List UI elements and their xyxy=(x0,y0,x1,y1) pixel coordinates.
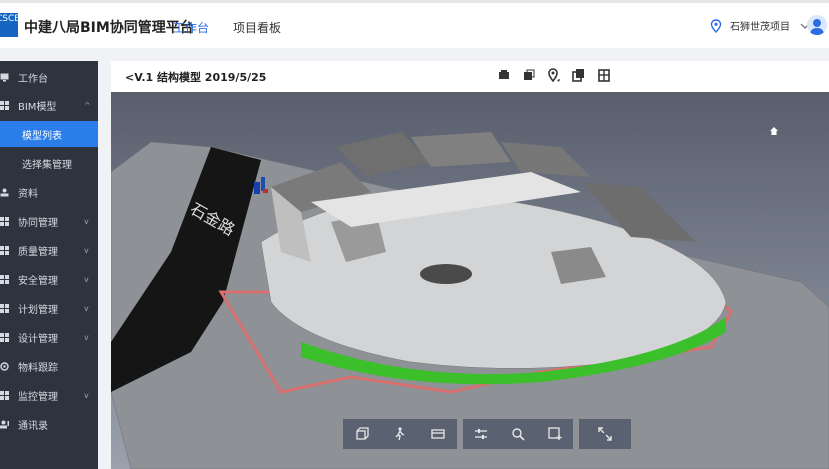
bim-model-viewport[interactable]: 石金路 xyxy=(111,92,829,469)
grid-icon xyxy=(0,391,9,400)
sidebar-item-collaboration[interactable]: 协同管理 v xyxy=(0,207,98,235)
sidebar: 工作台 BIM模型 ^ 模型列表 选择集管理 资料 协同管理 v 质量管理 v … xyxy=(0,61,98,469)
sidebar-item-label: 选择集管理 xyxy=(22,159,72,171)
copy-icon[interactable] xyxy=(572,68,586,82)
tracking-icon xyxy=(0,362,9,371)
sidebar-item-quality[interactable]: 质量管理 v xyxy=(0,236,98,264)
model-toolbar xyxy=(497,68,611,83)
grid-icon xyxy=(0,304,9,313)
grid-icon xyxy=(0,333,9,342)
sidebar-item-label: 物料跟踪 xyxy=(18,362,58,374)
fullscreen-icon[interactable] xyxy=(598,427,612,441)
chevron-left-icon: < xyxy=(125,71,135,84)
top-bar: CSCEC 中建八局BIM协同管理平台 工作台 项目看板 石狮世茂项目 xyxy=(0,0,829,48)
person-icon xyxy=(0,188,9,197)
sidebar-item-label: 计划管理 xyxy=(18,304,58,316)
back-button[interactable]: <V.1 结构模型 2019/5/25 xyxy=(125,69,266,85)
monitor-icon xyxy=(0,73,9,82)
layers-icon[interactable] xyxy=(497,68,511,82)
walk-icon[interactable] xyxy=(393,427,407,441)
grid-icon xyxy=(0,275,9,284)
sidebar-item-model-list[interactable]: 模型列表 xyxy=(0,121,98,147)
sidebar-item-label: 设计管理 xyxy=(18,333,58,345)
tools-toolbar xyxy=(463,419,573,449)
bim-model-render: 石金路 xyxy=(111,92,829,469)
sidebar-item-contacts[interactable]: 通讯录 xyxy=(0,410,98,438)
app-title: 中建八局BIM协同管理平台 xyxy=(24,20,194,36)
cube-view-icon[interactable] xyxy=(355,427,369,441)
logo: CSCEC xyxy=(0,13,26,37)
sidebar-item-label: 质量管理 xyxy=(18,246,58,258)
location-pin-icon xyxy=(710,18,722,33)
settings-icon[interactable] xyxy=(474,427,488,441)
sidebar-item-selection-sets[interactable]: 选择集管理 xyxy=(0,149,98,177)
sidebar-item-label: 监控管理 xyxy=(18,391,58,403)
sidebar-item-workbench[interactable]: 工作台 xyxy=(0,63,98,91)
sidebar-item-bim-model[interactable]: BIM模型 ^ xyxy=(0,91,98,119)
building-icon[interactable] xyxy=(597,68,611,82)
location-icon[interactable] xyxy=(547,68,561,83)
cube-icon[interactable] xyxy=(522,68,536,82)
project-selector[interactable]: 石狮世茂项目 xyxy=(710,18,810,33)
chevron-down-icon: v xyxy=(84,332,89,342)
grid-icon xyxy=(0,217,9,226)
sidebar-item-label: BIM模型 xyxy=(18,101,57,113)
fullscreen-toolbar xyxy=(579,419,631,449)
sidebar-item-label: 工作台 xyxy=(18,73,48,85)
sidebar-item-label: 安全管理 xyxy=(18,275,58,287)
avatar[interactable] xyxy=(807,15,827,35)
chevron-down-icon: v xyxy=(84,245,89,255)
grid-icon xyxy=(0,246,9,255)
project-name: 石狮世茂项目 xyxy=(730,22,790,33)
chevron-down-icon: v xyxy=(84,390,89,400)
sidebar-item-design[interactable]: 设计管理 v xyxy=(0,323,98,351)
sidebar-item-planning[interactable]: 计划管理 v xyxy=(0,294,98,322)
chevron-up-icon: ^ xyxy=(84,100,91,110)
view-toolbar xyxy=(343,419,457,449)
model-version-title: V.1 结构模型 2019/5/25 xyxy=(134,71,267,84)
sidebar-item-documents[interactable]: 资料 xyxy=(0,178,98,206)
contacts-icon xyxy=(0,420,9,429)
model-panel: <V.1 结构模型 2019/5/25 石金路 xyxy=(111,61,829,469)
add-view-icon[interactable] xyxy=(547,427,562,441)
chevron-down-icon: v xyxy=(84,303,89,313)
sidebar-item-safety[interactable]: 安全管理 v xyxy=(0,265,98,293)
chevron-down-icon: v xyxy=(84,216,89,226)
grid-icon xyxy=(0,101,9,110)
sidebar-item-label: 资料 xyxy=(18,188,38,200)
sidebar-item-label: 协同管理 xyxy=(18,217,58,229)
sidebar-item-label: 模型列表 xyxy=(22,130,62,142)
zoom-icon[interactable] xyxy=(511,427,525,441)
model-header: <V.1 结构模型 2019/5/25 xyxy=(111,61,829,91)
chevron-down-icon: v xyxy=(84,274,89,284)
sidebar-item-label: 通讯录 xyxy=(18,420,48,432)
tab-project-board[interactable]: 项目看板 xyxy=(233,19,281,36)
sidebar-item-material-tracking[interactable]: 物料跟踪 xyxy=(0,352,98,380)
section-icon[interactable] xyxy=(431,427,445,441)
home-view-icon[interactable] xyxy=(769,125,779,139)
tab-workbench[interactable]: 工作台 xyxy=(173,19,209,36)
sidebar-item-monitoring[interactable]: 监控管理 v xyxy=(0,381,98,409)
